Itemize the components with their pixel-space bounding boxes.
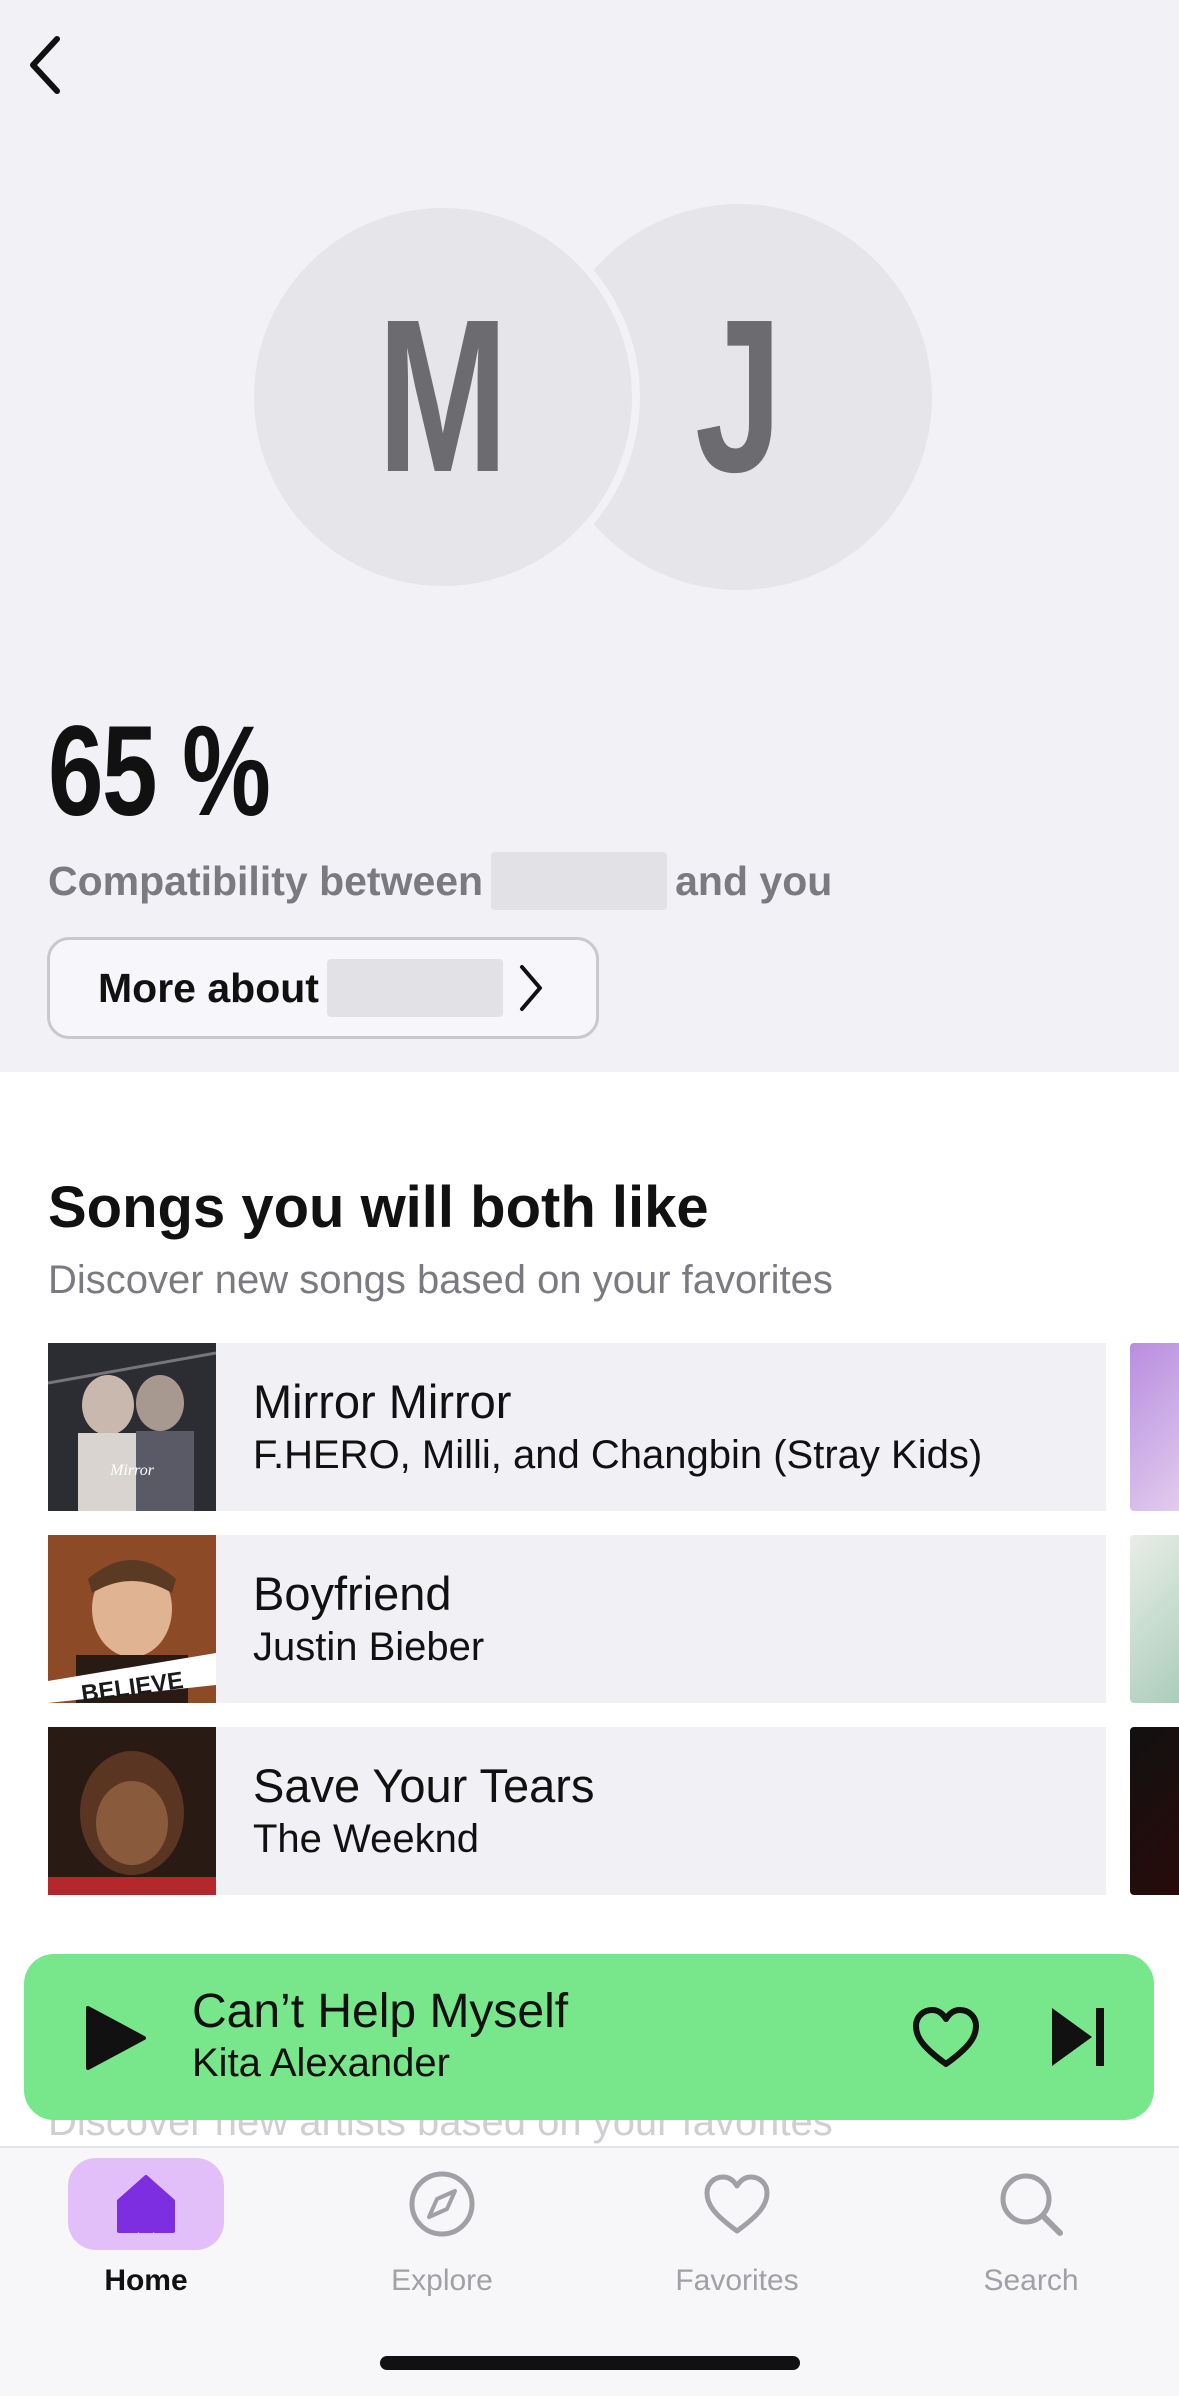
song-row[interactable]: Mirror Mirror Mirror F.HERO, Milli, and … xyxy=(48,1343,1106,1511)
tab-label: Explore xyxy=(391,2264,493,2297)
song-title: Save Your Tears xyxy=(253,1758,595,1812)
song-artist: Justin Bieber xyxy=(253,1625,485,1670)
favorite-button[interactable] xyxy=(910,2004,982,2075)
section-title: Songs you will both like xyxy=(48,1175,709,1240)
avatar-initial: J xyxy=(695,275,783,518)
song-artist: F.HERO, Milli, and Changbin (Stray Kids) xyxy=(253,1433,983,1478)
album-cover xyxy=(48,1727,216,1895)
song-artist: The Weeknd xyxy=(253,1817,480,1862)
more-about-button[interactable]: More about xyxy=(47,937,599,1039)
compatibility-percent: 65 % xyxy=(48,700,271,843)
heart-icon xyxy=(913,2007,979,2067)
chevron-right-icon xyxy=(517,963,545,1013)
redacted-name xyxy=(491,852,668,910)
tab-label: Favorites xyxy=(675,2264,799,2297)
next-column-cover[interactable] xyxy=(1130,1343,1179,1511)
now-playing-artist: Kita Alexander xyxy=(192,2041,450,2086)
play-icon xyxy=(86,2006,146,2070)
compatibility-suffix: and you xyxy=(675,857,833,904)
skip-next-button[interactable] xyxy=(1046,2004,1112,2075)
avatar-initial: M xyxy=(377,275,509,518)
redacted-name xyxy=(326,959,503,1017)
section-subtitle: Discover new songs based on your favorit… xyxy=(48,1258,833,1302)
song-row[interactable]: BELIEVE Boyfriend Justin Bieber xyxy=(48,1535,1106,1703)
tab-search[interactable]: Search xyxy=(921,2158,1141,2298)
album-cover: BELIEVE xyxy=(48,1535,216,1703)
play-button[interactable] xyxy=(80,2002,150,2079)
next-column-cover[interactable] xyxy=(1130,1535,1179,1703)
compass-icon xyxy=(409,2171,475,2237)
tab-label: Home xyxy=(104,2264,188,2297)
more-about-label: More about xyxy=(98,964,319,1011)
album-cover: Mirror xyxy=(48,1343,216,1511)
back-button[interactable] xyxy=(18,30,72,100)
mini-player[interactable]: Can’t Help Myself Kita Alexander xyxy=(24,1954,1154,2120)
heart-icon xyxy=(704,2174,770,2234)
song-title: Mirror Mirror xyxy=(253,1374,512,1428)
avatar-user: M xyxy=(246,200,640,594)
magnifier-icon xyxy=(1000,2173,1063,2236)
tab-home[interactable]: Home xyxy=(36,2158,256,2298)
compatibility-text: Compatibility between and you xyxy=(48,852,832,910)
skip-next-icon xyxy=(1052,2008,1104,2066)
tab-favorites[interactable]: Favorites xyxy=(627,2158,847,2298)
song-row[interactable]: Save Your Tears The Weeknd xyxy=(48,1727,1106,1895)
song-title: Boyfriend xyxy=(253,1566,452,1620)
tab-explore[interactable]: Explore xyxy=(332,2158,552,2298)
now-playing-title: Can’t Help Myself xyxy=(192,1985,569,2038)
chevron-left-icon xyxy=(30,36,60,94)
profile-header: J M 65 % Compatibility between and you M… xyxy=(0,0,1179,1072)
tab-label: Search xyxy=(983,2264,1079,2297)
svg-text:Mirror: Mirror xyxy=(109,1462,155,1479)
home-indicator xyxy=(380,2356,800,2370)
compatibility-prefix: Compatibility between xyxy=(48,857,484,904)
next-column-cover[interactable] xyxy=(1130,1727,1179,1895)
house-icon xyxy=(117,2175,175,2233)
